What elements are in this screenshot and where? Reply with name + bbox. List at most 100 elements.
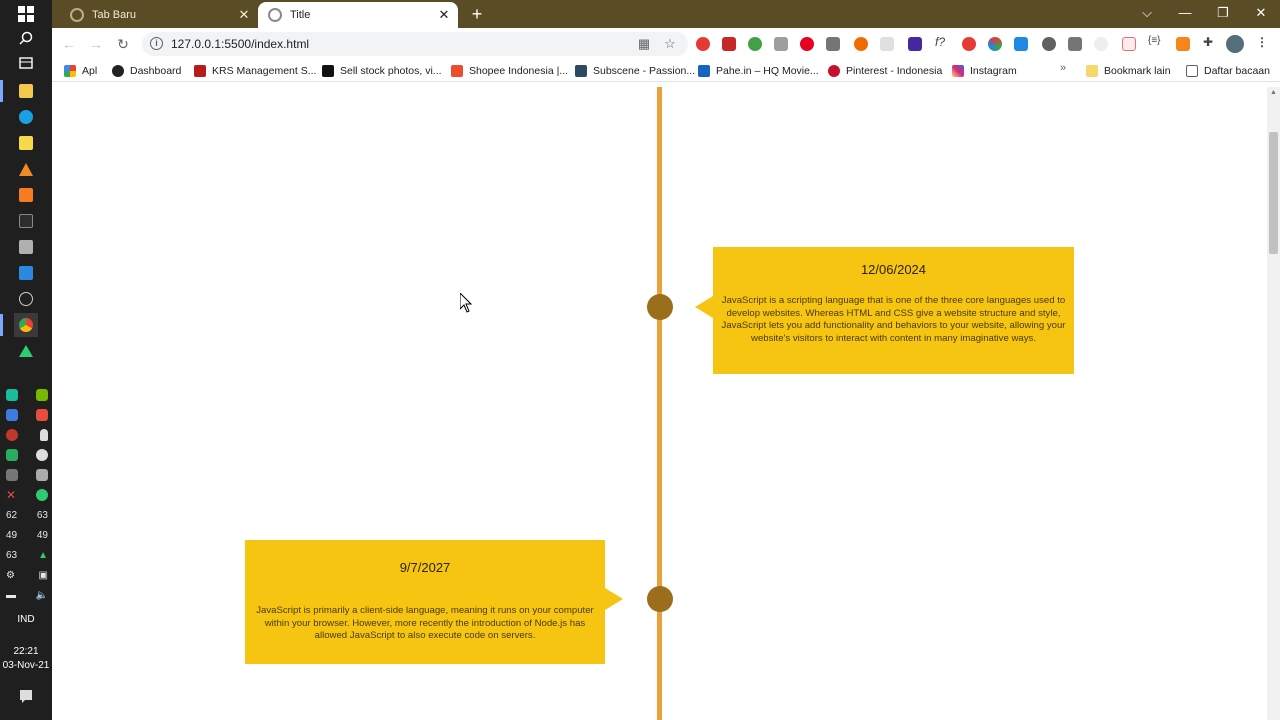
extension-icon[interactable] <box>908 37 922 51</box>
clock-app-icon[interactable] <box>14 287 38 311</box>
tray-app-icon[interactable] <box>36 409 48 421</box>
bookmark-other[interactable]: Bookmark lain <box>1086 63 1171 79</box>
edge-icon[interactable] <box>14 105 38 129</box>
clock-time[interactable]: 22:21 <box>0 646 52 657</box>
close-tab-icon[interactable]: ✕ <box>234 7 254 23</box>
bookmark-pahe[interactable]: Pahe.in – HQ Movie... <box>698 63 819 79</box>
tray-app-icon[interactable] <box>36 489 48 501</box>
tab-search-icon[interactable]: ⌵ <box>1128 0 1166 28</box>
tray-app-icon[interactable] <box>6 409 18 421</box>
tray-row-1 <box>6 387 48 403</box>
site-info-icon[interactable]: i <box>150 37 163 50</box>
adblock-icon[interactable] <box>696 37 710 51</box>
globe-icon <box>268 8 282 22</box>
bookmarks-more-button[interactable]: » <box>1060 62 1066 74</box>
menu-icon[interactable]: ⋮ <box>1256 35 1268 49</box>
close-icon[interactable]: ✕ <box>6 488 16 502</box>
colorpicker-icon[interactable] <box>988 37 1002 51</box>
tray-app-icon[interactable] <box>36 469 48 481</box>
tab-new-tab[interactable]: Tab Baru ✕ <box>60 2 258 28</box>
pinterest-icon[interactable] <box>800 37 814 51</box>
tray-app-icon[interactable] <box>6 429 18 441</box>
bookmark-subscene[interactable]: Subscene - Passion... <box>575 63 695 79</box>
globe-icon <box>70 8 84 22</box>
restore-button[interactable]: ❐ <box>1204 0 1242 28</box>
minimize-button[interactable]: — <box>1166 0 1204 28</box>
bookmark-dashboard[interactable]: Dashboard <box>112 63 181 79</box>
tab-title-active[interactable]: Title ✕ <box>258 2 458 28</box>
notification-icon[interactable] <box>14 684 38 708</box>
sticky-notes-icon[interactable] <box>14 131 38 155</box>
bookmark-krs[interactable]: KRS Management S... <box>194 63 316 79</box>
tray-app-icon[interactable] <box>6 389 18 401</box>
url-text[interactable]: 127.0.0.1:5500/index.html <box>171 37 309 51</box>
calendar-icon[interactable] <box>1122 37 1136 51</box>
app-icon[interactable] <box>14 235 38 259</box>
bookmark-stock-photos[interactable]: Sell stock photos, vi... <box>322 63 442 79</box>
reload-button[interactable]: ↻ <box>112 33 134 55</box>
bookmark-pinterest[interactable]: Pinterest - Indonesia <box>828 63 942 79</box>
bookmark-shopee[interactable]: Shopee Indonesia |... <box>451 63 568 79</box>
clock-date[interactable]: 03-Nov-21 <box>0 660 52 671</box>
new-tab-button[interactable]: + <box>466 3 488 25</box>
back-button[interactable]: ← <box>58 33 80 55</box>
tray-box-icon[interactable]: ▣ <box>39 570 48 581</box>
vscode-icon[interactable] <box>14 261 38 285</box>
vlc-icon[interactable] <box>14 157 38 181</box>
bookmark-label: Bookmark lain <box>1104 65 1171 77</box>
nvidia-icon[interactable] <box>36 389 48 401</box>
reading-list-icon <box>1186 65 1198 77</box>
extensions-puzzle-icon[interactable]: ✚ <box>1203 35 1213 49</box>
tray-app-icon[interactable] <box>6 449 18 461</box>
network-icon[interactable]: ⚙ <box>6 570 15 581</box>
extension-icon[interactable] <box>880 37 894 51</box>
reading-list[interactable]: Daftar bacaan <box>1186 63 1270 79</box>
pinterest-icon <box>828 65 840 77</box>
json-icon[interactable]: {≡} <box>1148 35 1161 46</box>
bookmark-label: Shopee Indonesia |... <box>469 65 569 77</box>
scroll-thumb[interactable] <box>1269 132 1278 254</box>
file-explorer-icon[interactable] <box>14 79 38 103</box>
extension-icon[interactable] <box>1042 37 1056 51</box>
close-tab-icon[interactable]: ✕ <box>434 7 454 23</box>
page-scrollbar[interactable]: ▲ <box>1267 87 1280 720</box>
bookmark-star-icon[interactable]: ☆ <box>662 36 678 52</box>
battery-icon[interactable]: ▬ <box>6 590 16 601</box>
close-window-button[interactable]: ✕ <box>1242 0 1280 28</box>
microphone-icon[interactable] <box>40 429 48 441</box>
tray-app-icon[interactable] <box>6 469 18 481</box>
scroll-up-arrow[interactable]: ▲ <box>1270 89 1277 96</box>
metamask-icon[interactable] <box>1176 37 1190 51</box>
avatar[interactable] <box>1226 35 1244 53</box>
krs-icon <box>194 65 206 77</box>
camera-icon[interactable] <box>826 37 840 51</box>
fonts-icon[interactable]: f? <box>935 35 945 49</box>
qr-code-icon[interactable]: ▦ <box>636 36 652 52</box>
volume-icon[interactable]: 🔈 <box>36 590 48 601</box>
chrome-icon[interactable] <box>14 313 38 337</box>
bookmark-label: Apl <box>82 65 98 77</box>
windows-start-icon[interactable] <box>14 2 38 26</box>
subscene-icon <box>575 65 587 77</box>
tray-value: 49 <box>6 529 18 541</box>
search-icon[interactable] <box>14 26 38 50</box>
xampp-icon[interactable] <box>14 183 38 207</box>
extension-icon[interactable] <box>722 37 736 51</box>
gmail-icon[interactable] <box>774 37 788 51</box>
extension-icon[interactable] <box>1068 37 1082 51</box>
extension-icon[interactable] <box>1094 37 1108 51</box>
extension-icon[interactable] <box>748 37 762 51</box>
extension-icon[interactable] <box>962 37 976 51</box>
extension-icon[interactable] <box>854 37 868 51</box>
bookmark-apps[interactable]: Apl <box>64 63 97 79</box>
notion-icon[interactable] <box>14 209 38 233</box>
bookmark-instagram[interactable]: Instagram <box>952 63 1017 79</box>
drive-icon[interactable] <box>14 339 38 363</box>
forward-button[interactable]: → <box>85 33 107 55</box>
address-bar[interactable]: i 127.0.0.1:5500/index.html ▦ ☆ <box>142 32 688 56</box>
onedrive-icon[interactable] <box>36 449 48 461</box>
tray-row-2 <box>6 407 48 423</box>
task-view-icon[interactable] <box>14 51 38 75</box>
translate-icon[interactable] <box>1014 37 1028 51</box>
language-indicator[interactable]: IND <box>0 614 52 625</box>
